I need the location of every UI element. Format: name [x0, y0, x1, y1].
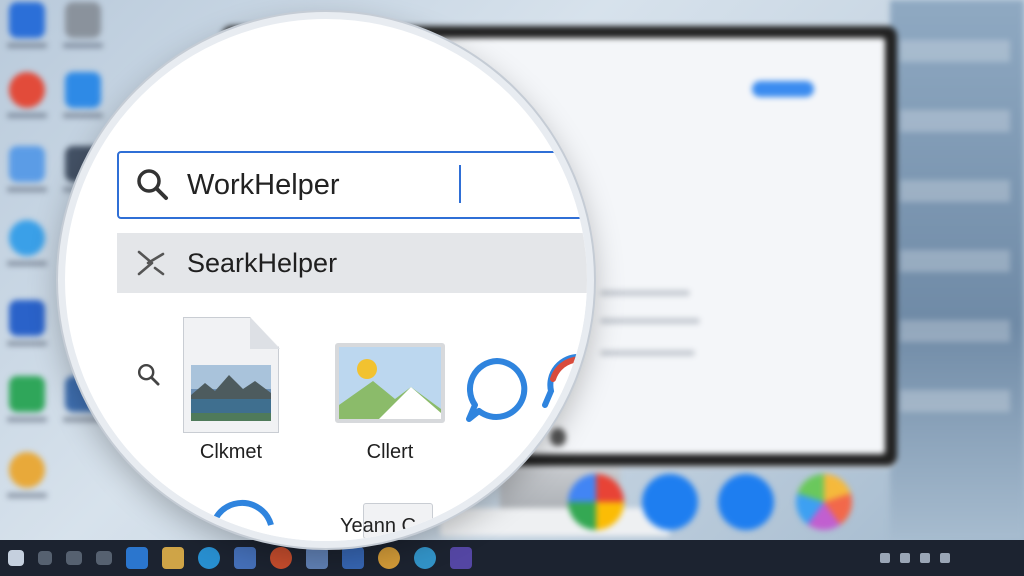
edge-icon[interactable]: [198, 547, 220, 569]
result-item[interactable]: Clkmet: [183, 433, 279, 464]
suggestion-label: SearkHelper: [187, 247, 338, 278]
desktop-icon[interactable]: [6, 376, 48, 422]
chat-icon[interactable]: [539, 349, 594, 425]
desktop-icon[interactable]: [6, 146, 48, 192]
magnifier-lens: SearkHelper Clkmet: [58, 12, 594, 548]
suggestion-row[interactable]: SearkHelper: [117, 233, 587, 293]
search-input[interactable]: [187, 160, 587, 210]
task-view-icon[interactable]: [66, 551, 82, 565]
desktop-icon[interactable]: [6, 300, 48, 346]
partial-result-name: Yeann C: [340, 515, 416, 537]
chat-icon[interactable]: [461, 353, 533, 425]
taskbar-app-icon[interactable]: [306, 547, 328, 569]
taskbar-app-icon[interactable]: [342, 547, 364, 569]
desktop-icon[interactable]: [6, 72, 48, 118]
chrome-icon[interactable]: [270, 547, 292, 569]
taskbar-app-icon[interactable]: [450, 547, 472, 569]
file-explorer-icon[interactable]: [162, 547, 184, 569]
search-icon: [137, 363, 160, 386]
app-store-icon[interactable]: [718, 474, 774, 530]
result-name: Cllert: [366, 441, 414, 463]
app-store-icon[interactable]: [642, 474, 698, 530]
desktop-icon[interactable]: [6, 452, 48, 498]
taskbar-app-icon[interactable]: [234, 547, 256, 569]
picture-icon[interactable]: [335, 343, 445, 423]
widgets-icon[interactable]: [96, 551, 112, 565]
taskbar: [0, 540, 1024, 576]
result-item[interactable]: Cllert: [335, 433, 445, 464]
desktop-icon[interactable]: [6, 2, 48, 48]
partial-icon: [208, 499, 274, 541]
system-tray: [880, 540, 1014, 576]
taskbar-app-icon[interactable]: [414, 547, 436, 569]
taskbar-app-icon[interactable]: [126, 547, 148, 569]
taskbar-app-icon[interactable]: [378, 547, 400, 569]
search-icon: [133, 165, 173, 205]
start-icon[interactable]: [8, 550, 24, 566]
magnified-content: SearkHelper Clkmet: [65, 19, 594, 541]
picture-thumbnail: [339, 347, 441, 419]
background-button: [752, 81, 814, 97]
desktop-icon[interactable]: [6, 220, 48, 266]
volume-icon[interactable]: [940, 553, 950, 563]
wifi-icon[interactable]: [920, 553, 930, 563]
landscape-thumbnail: [191, 365, 271, 421]
search-bar[interactable]: [117, 151, 587, 219]
text-cursor: [459, 165, 461, 203]
tray-icon[interactable]: [880, 553, 890, 563]
search-icon[interactable]: [38, 551, 52, 565]
background-panel: [890, 0, 1024, 540]
result-name: Clkmet: [199, 441, 263, 463]
tray-icon[interactable]: [900, 553, 910, 563]
shortcut-arrow-icon: [137, 250, 165, 276]
photos-icon[interactable]: [796, 474, 852, 530]
